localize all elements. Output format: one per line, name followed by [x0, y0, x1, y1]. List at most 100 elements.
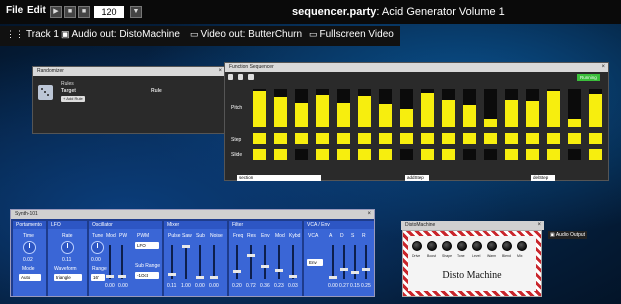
fader-cap[interactable]	[210, 276, 218, 279]
synth-title[interactable]: Synth-101	[11, 210, 374, 219]
step-cell[interactable]	[400, 133, 413, 144]
pitch-cell[interactable]	[274, 89, 287, 127]
pitch-cell[interactable]	[484, 89, 497, 127]
close-icon[interactable]: ×	[537, 221, 541, 230]
slide-cell[interactable]	[253, 149, 266, 160]
mixer-fader[interactable]	[213, 245, 215, 279]
seq-toolbar-button[interactable]	[238, 74, 243, 80]
vca-fader[interactable]	[332, 245, 334, 279]
slide-cell[interactable]	[379, 149, 392, 160]
randomizer-title[interactable]: Randomizer	[33, 67, 225, 76]
slide-cell[interactable]	[463, 149, 476, 160]
slide-cell[interactable]	[547, 149, 560, 160]
close-icon[interactable]: ×	[601, 63, 605, 72]
close-icon[interactable]: ×	[367, 210, 371, 219]
disto-title[interactable]: DistoMachine	[401, 221, 544, 230]
disto-knob[interactable]	[427, 241, 437, 251]
mod-fader[interactable]	[109, 245, 111, 279]
pwm-select[interactable]: LFO	[135, 242, 159, 249]
vca-fader[interactable]	[365, 245, 367, 279]
step-cell[interactable]	[442, 133, 455, 144]
fader-cap[interactable]	[233, 270, 241, 273]
fader-cap[interactable]	[182, 245, 190, 248]
step-cell[interactable]	[505, 133, 518, 144]
pitch-cell[interactable]	[400, 89, 413, 127]
slide-cell[interactable]	[568, 149, 581, 160]
filter-fader[interactable]	[264, 245, 266, 279]
add-step-button[interactable]: addStep	[405, 175, 429, 181]
fader-cap[interactable]	[329, 276, 337, 279]
step-cell[interactable]	[421, 133, 434, 144]
vca-fader[interactable]	[354, 245, 356, 279]
record-icon[interactable]: ■	[78, 6, 90, 18]
edit-menu[interactable]: Edit	[27, 5, 46, 16]
disto-knob[interactable]	[472, 241, 482, 251]
pitch-cell[interactable]	[337, 89, 350, 127]
fader-cap[interactable]	[247, 254, 255, 257]
sequencer-title[interactable]: Function Sequencer	[225, 63, 608, 72]
pitch-cell[interactable]	[442, 89, 455, 127]
step-cell[interactable]	[526, 133, 539, 144]
step-cell[interactable]	[568, 133, 581, 144]
section-select[interactable]: section	[237, 175, 321, 181]
pitch-cell[interactable]	[547, 89, 560, 127]
step-cell[interactable]	[379, 133, 392, 144]
fader-cap[interactable]	[362, 268, 370, 271]
pitch-cell[interactable]	[463, 89, 476, 127]
fader-cap[interactable]	[340, 268, 348, 271]
step-cell[interactable]	[358, 133, 371, 144]
filter-fader[interactable]	[278, 245, 280, 279]
play-icon[interactable]: ▶	[50, 6, 62, 18]
tab-fullscreen-video[interactable]: ▭Fullscreen Video	[309, 29, 394, 40]
pitch-cell[interactable]	[358, 89, 371, 127]
pitch-cell[interactable]	[421, 89, 434, 127]
step-cell[interactable]	[295, 133, 308, 144]
step-cell[interactable]	[589, 133, 602, 144]
pitch-cell[interactable]	[526, 89, 539, 127]
slide-cell[interactable]	[274, 149, 287, 160]
filter-fader[interactable]	[250, 245, 252, 279]
pitch-cell[interactable]	[316, 89, 329, 127]
step-cell[interactable]	[316, 133, 329, 144]
pitch-cell[interactable]	[379, 89, 392, 127]
add-rule-button[interactable]: + Add Rule	[61, 96, 85, 102]
step-cell[interactable]	[253, 133, 266, 144]
slide-cell[interactable]	[421, 149, 434, 160]
mixer-fader[interactable]	[199, 245, 201, 279]
pw-fader[interactable]	[121, 245, 123, 279]
slide-cell[interactable]	[589, 149, 602, 160]
slide-cell[interactable]	[484, 149, 497, 160]
vca-fader[interactable]	[343, 245, 345, 279]
step-cell[interactable]	[484, 133, 497, 144]
slide-cell[interactable]	[400, 149, 413, 160]
fader-cap[interactable]	[351, 271, 359, 274]
fader-cap[interactable]	[289, 275, 297, 278]
waveform-select[interactable]: triangle	[54, 274, 82, 281]
step-cell[interactable]	[274, 133, 287, 144]
range-select[interactable]: 16'	[91, 274, 105, 281]
disto-knob[interactable]	[412, 241, 422, 251]
tune-knob[interactable]	[91, 241, 104, 254]
step-cell[interactable]	[337, 133, 350, 144]
tab-track[interactable]: ⋮⋮Track 1	[6, 29, 59, 40]
slide-cell[interactable]	[295, 149, 308, 160]
tab-audio-out[interactable]: ▣Audio out: DistoMachine	[61, 29, 180, 40]
file-menu[interactable]: File	[6, 5, 23, 16]
slide-cell[interactable]	[358, 149, 371, 160]
disto-knob[interactable]	[487, 241, 497, 251]
pitch-cell[interactable]	[295, 89, 308, 127]
step-cell[interactable]	[463, 133, 476, 144]
bpm-input[interactable]	[94, 6, 124, 18]
disto-knob[interactable]	[517, 241, 527, 251]
disto-knob[interactable]	[442, 241, 452, 251]
slide-cell[interactable]	[337, 149, 350, 160]
mixer-fader[interactable]	[171, 245, 173, 279]
seq-toolbar-button[interactable]	[228, 74, 233, 80]
pitch-cell[interactable]	[568, 89, 581, 127]
mixer-fader[interactable]	[185, 245, 187, 279]
audio-output-node[interactable]: ▣ Audio Output	[548, 231, 587, 239]
stop-icon[interactable]: ■	[64, 6, 76, 18]
fader-cap[interactable]	[196, 276, 204, 279]
fader-cap[interactable]	[261, 265, 269, 268]
tab-video-out[interactable]: ▭Video out: ButterChurn	[190, 29, 302, 40]
